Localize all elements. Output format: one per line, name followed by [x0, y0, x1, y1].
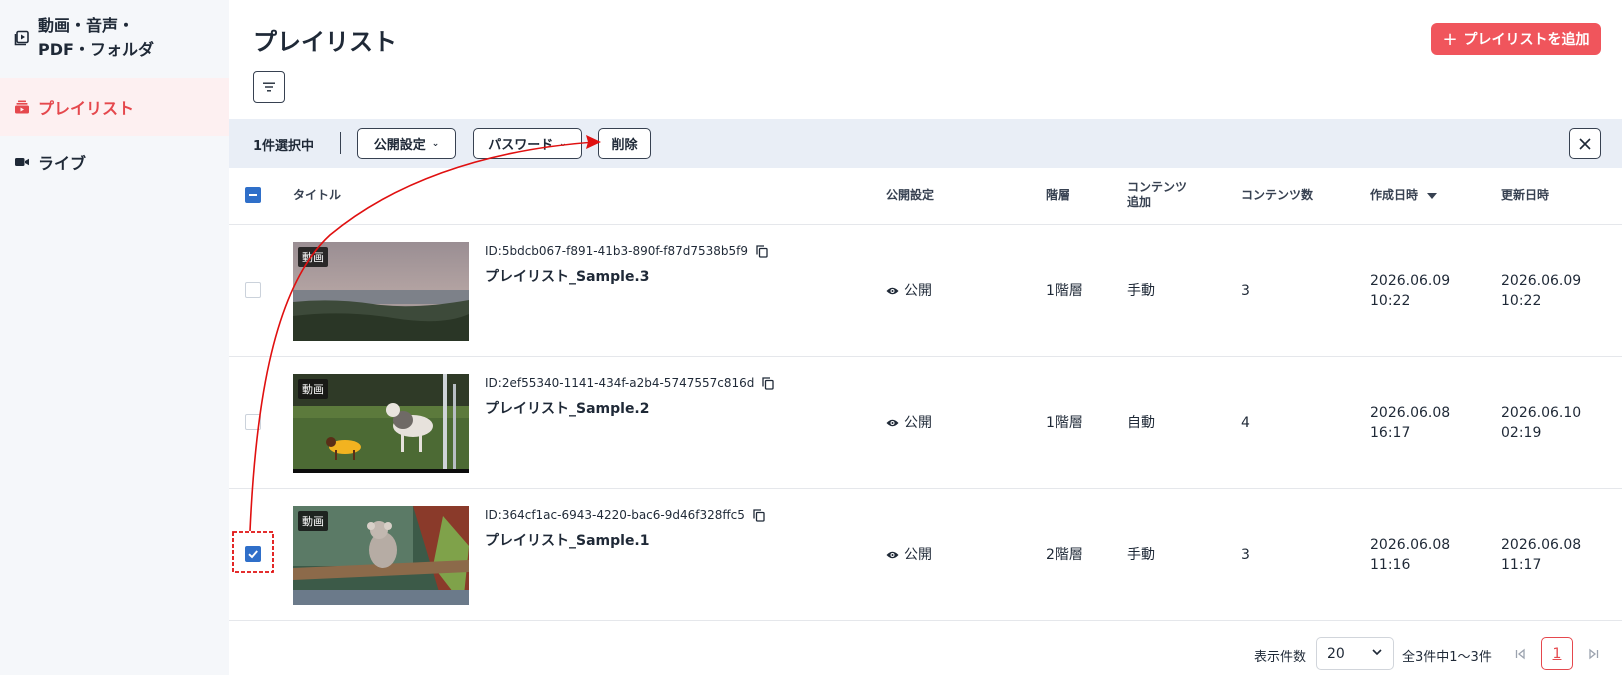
chevron-down-icon — [1372, 649, 1382, 656]
copy-icon[interactable] — [762, 376, 775, 390]
thumbnail[interactable]: 動画 — [293, 506, 469, 605]
playlist-id: ID:5bdcb067-f891-41b3-890f-f87d7538b5f9 — [485, 244, 768, 258]
bulk-visibility-button[interactable]: 公開設定 ⌄ — [357, 128, 456, 159]
sidebar-item-live-label: ライブ — [38, 154, 87, 173]
eye-icon — [886, 551, 899, 559]
sidebar-item-playlist-label: プレイリスト — [38, 99, 135, 118]
sidebar-item-media[interactable]: 動画・音声・ PDF・フォルダ — [0, 14, 229, 76]
checkmark-icon — [248, 550, 258, 559]
chevron-down-icon: ⌄ — [431, 138, 440, 149]
per-page-label: 表示件数 — [1254, 650, 1307, 665]
close-selection-button[interactable] — [1569, 128, 1601, 159]
sidebar: 動画・音声・ PDF・フォルダ プレイリスト ライブ — [0, 0, 229, 675]
copy-icon[interactable] — [753, 508, 765, 522]
column-content-add: コンテンツ 追加 — [1127, 180, 1188, 209]
filter-button[interactable] — [253, 71, 285, 103]
content-count-cell: 4 — [1241, 415, 1250, 431]
table-header: タイトル 公開設定 階層 コンテンツ 追加 コンテンツ数 作成日時 更新日時 — [229, 168, 1622, 225]
sidebar-item-media-label: 動画・音声・ PDF・フォルダ — [38, 16, 154, 59]
per-page-select[interactable]: 20 — [1316, 637, 1394, 670]
sort-desc-icon — [1427, 192, 1438, 199]
updated-cell: 2026.06.10 02:19 — [1501, 405, 1582, 441]
column-updated: 更新日時 — [1501, 188, 1550, 202]
per-page-value: 20 — [1327, 645, 1345, 662]
add-playlist-label: プレイリストを追加 — [1463, 32, 1590, 48]
playlist-title[interactable]: プレイリスト_Sample.3 — [485, 266, 650, 286]
first-page-button[interactable] — [1504, 637, 1536, 670]
created-cell: 2026.06.08 16:17 — [1370, 405, 1451, 441]
bulk-delete-button[interactable]: 削除 — [598, 128, 651, 159]
playlist-icon — [15, 100, 29, 114]
updated-cell: 2026.06.08 11:17 — [1501, 537, 1582, 573]
result-range: 全3件中1〜3件 — [1402, 650, 1492, 665]
playlist-id: ID:364cf1ac-6943-4220-bac6-9d46f328ffc5 — [485, 508, 765, 522]
updated-cell: 2026.06.09 10:22 — [1501, 273, 1582, 309]
visibility-cell: 公開 — [886, 281, 932, 301]
bulk-visibility-label: 公開設定 — [373, 138, 426, 153]
table-row[interactable]: 動画 ID:5bdcb067-f891-41b3-890f-f87d7538b5… — [229, 225, 1622, 357]
bulk-action-bar: 1件選択中 公開設定 ⌄ パスワード ⌄ 削除 — [229, 119, 1622, 168]
media-type-badge: 動画 — [298, 247, 328, 267]
add-mode-cell: 手動 — [1127, 547, 1155, 563]
add-mode-cell: 自動 — [1127, 415, 1155, 431]
eye-icon — [886, 419, 899, 427]
row-checkbox[interactable] — [245, 546, 261, 562]
table-row[interactable]: 動画 ID:364cf1ac-6943-4220-bac6-9d46f328ff… — [229, 489, 1622, 621]
plus-icon: + — [1442, 28, 1458, 50]
playlist-id: ID:2ef55340-1141-434f-a2b4-5747557c816d — [485, 376, 775, 390]
bulk-divider — [340, 132, 341, 154]
content-count-cell: 3 — [1241, 283, 1250, 299]
media-type-badge: 動画 — [298, 379, 328, 399]
thumbnail[interactable]: 動画 — [293, 374, 469, 473]
level-cell: 1階層 — [1046, 415, 1083, 431]
first-page-icon — [1515, 648, 1525, 659]
page-title: プレイリスト — [253, 28, 397, 56]
bulk-password-button[interactable]: パスワード ⌄ — [473, 128, 582, 159]
filter-icon — [263, 82, 275, 92]
table-row[interactable]: 動画 ID:2ef55340-1141-434f-a2b4-5747557c81… — [229, 357, 1622, 489]
visibility-cell: 公開 — [886, 413, 932, 433]
created-cell: 2026.06.09 10:22 — [1370, 273, 1451, 309]
chevron-down-icon: ⌄ — [559, 138, 567, 149]
column-visibility: 公開設定 — [886, 188, 935, 202]
close-icon — [1579, 137, 1591, 150]
video-camera-icon — [15, 158, 29, 166]
bulk-password-label: パスワード — [488, 138, 554, 153]
sidebar-item-live[interactable]: ライブ — [0, 140, 229, 184]
created-cell: 2026.06.08 11:16 — [1370, 537, 1451, 573]
row-checkbox[interactable] — [245, 414, 261, 430]
level-cell: 2階層 — [1046, 547, 1083, 563]
eye-icon — [886, 287, 899, 295]
playlist-title[interactable]: プレイリスト_Sample.1 — [485, 530, 650, 550]
minus-icon — [249, 194, 257, 196]
column-created: 作成日時 — [1370, 188, 1419, 202]
content-count-cell: 3 — [1241, 547, 1250, 563]
level-cell: 1階層 — [1046, 283, 1083, 299]
bulk-delete-label: 削除 — [611, 138, 638, 153]
last-page-button[interactable] — [1578, 637, 1610, 670]
last-page-icon — [1589, 648, 1599, 659]
column-created-sort[interactable]: 作成日時 — [1370, 188, 1438, 203]
copy-icon[interactable] — [756, 244, 768, 258]
add-mode-cell: 手動 — [1127, 283, 1155, 299]
column-title: タイトル — [293, 188, 342, 202]
column-content-count: コンテンツ数 — [1241, 188, 1314, 202]
selected-count: 1件選択中 — [253, 139, 315, 154]
media-type-badge: 動画 — [298, 511, 328, 531]
visibility-cell: 公開 — [886, 545, 932, 565]
column-level: 階層 — [1046, 188, 1071, 202]
page-button-current[interactable]: 1 — [1541, 637, 1573, 670]
row-checkbox[interactable] — [245, 282, 261, 298]
select-all-checkbox[interactable] — [245, 187, 261, 203]
sidebar-item-playlist[interactable]: プレイリスト — [0, 78, 229, 136]
add-playlist-button[interactable]: + プレイリストを追加 — [1431, 23, 1601, 55]
playlist-title[interactable]: プレイリスト_Sample.2 — [485, 398, 650, 418]
thumbnail[interactable]: 動画 — [293, 242, 469, 341]
media-library-icon — [14, 30, 29, 46]
